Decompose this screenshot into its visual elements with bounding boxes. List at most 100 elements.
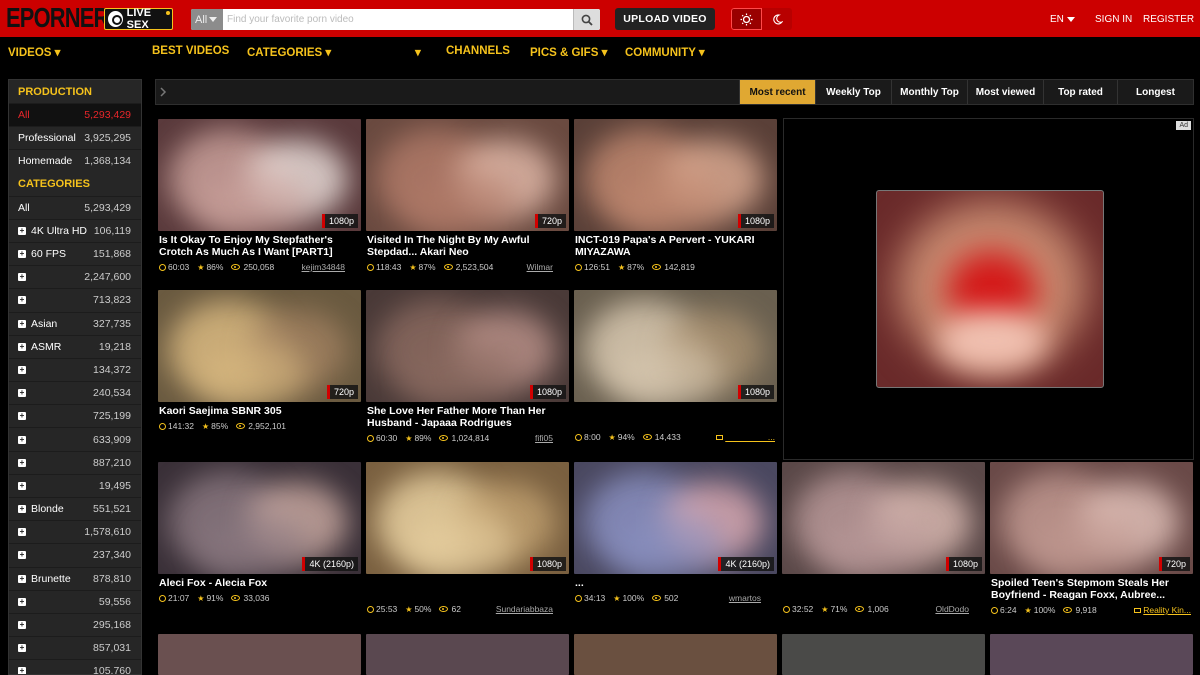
video-title[interactable]: Kaori Saejima SBNR 305	[159, 405, 359, 417]
video-thumbnail[interactable]: 1080p	[158, 119, 361, 231]
uploader-link[interactable]: _________...	[716, 432, 775, 442]
language-selector[interactable]: EN	[1050, 14, 1075, 25]
category-item-all[interactable]: All 5,293,429	[9, 195, 141, 219]
category-item[interactable]: +59,556	[9, 589, 141, 613]
tab-monthly-top[interactable]: Monthly Top	[891, 80, 967, 104]
search-input[interactable]	[223, 9, 573, 30]
category-item[interactable]: + Asian 327,735	[9, 311, 141, 335]
video-thumbnail[interactable]	[366, 634, 569, 675]
video-thumbnail[interactable]	[158, 634, 361, 675]
uploader-link[interactable]: wmartos	[729, 593, 761, 603]
video-card[interactable]: 4K (2160p)... 34:13 ★ 100% 502 wmartos	[574, 462, 777, 626]
video-thumbnail[interactable]: 1080p	[366, 462, 569, 574]
video-card[interactable]: 1080p INCT-019 Papa's A Pervert - YUKARI …	[574, 119, 777, 283]
expand-plus-icon[interactable]: +	[18, 574, 26, 583]
tab-longest[interactable]: Longest	[1117, 80, 1193, 104]
video-title[interactable]: Spoiled Teen's Stepmom Steals Her Boyfri…	[991, 577, 1191, 601]
expand-plus-icon[interactable]: +	[18, 458, 26, 467]
video-card[interactable]: 1080p Is It Okay To Enjoy My Stepfather's…	[158, 119, 361, 283]
video-thumbnail[interactable]	[782, 634, 985, 675]
video-card[interactable]: 720p Visited In The Night By My Awful Ste…	[366, 119, 569, 283]
expand-plus-icon[interactable]: +	[18, 481, 26, 490]
nav-community[interactable]: COMMUNITY ▾	[625, 45, 705, 59]
category-item[interactable]: +857,031	[9, 636, 141, 659]
category-item[interactable]: +60 FPS 151,868	[9, 241, 141, 265]
video-thumbnail[interactable]: 720p	[158, 290, 361, 402]
production-item-professional[interactable]: Professional 3,925,295	[9, 126, 141, 149]
category-item[interactable]: +713,823	[9, 288, 141, 311]
nav-videos[interactable]: VIDEOS ▾	[8, 45, 60, 59]
uploader-link[interactable]: fifi05	[535, 433, 553, 443]
video-card[interactable]: 4K (2160p) Aleci Fox - Alecia Fox 21:07 ★ 91…	[158, 462, 361, 626]
category-item[interactable]: +725,199	[9, 404, 141, 427]
dark-theme-button[interactable]	[762, 8, 792, 30]
category-item[interactable]: + Blonde 551,521	[9, 497, 141, 520]
advertisement[interactable]: Ad	[783, 118, 1194, 460]
uploader-link[interactable]: Wilmar	[527, 262, 553, 272]
expand-plus-icon[interactable]: +	[18, 226, 26, 235]
expand-plus-icon[interactable]: +	[18, 505, 26, 514]
category-item[interactable]: +240,534	[9, 381, 141, 404]
tab-most-recent[interactable]: Most recent	[739, 80, 815, 104]
sign-in-link[interactable]: SIGN IN	[1095, 14, 1132, 25]
register-link[interactable]: REGISTER	[1143, 14, 1194, 25]
video-thumbnail[interactable]: 720p	[990, 462, 1193, 574]
expand-plus-icon[interactable]: +	[18, 250, 26, 259]
category-item[interactable]: +237,340	[9, 543, 141, 566]
expand-plus-icon[interactable]: +	[18, 273, 26, 282]
expand-plus-icon[interactable]: +	[18, 389, 26, 398]
nav-channels[interactable]: CHANNELS	[446, 45, 510, 57]
uploader-link[interactable]: OldDodo	[935, 604, 969, 614]
uploader-link[interactable]: Reality Kin...	[1134, 605, 1191, 615]
video-title[interactable]: ...	[575, 577, 775, 589]
category-item[interactable]: +1,578,610	[9, 520, 141, 543]
search-category-select[interactable]: All	[191, 9, 223, 30]
category-item[interactable]: +134,372	[9, 357, 141, 381]
video-card[interactable]: 720p Kaori Saejima SBNR 305 141:32 ★ 85% 2,95…	[158, 290, 361, 454]
expand-plus-icon[interactable]: +	[18, 319, 26, 328]
video-thumbnail[interactable]: 4K (2160p)	[574, 462, 777, 574]
video-title[interactable]: Is It Okay To Enjoy My Stepfather's Crot…	[159, 234, 359, 258]
expand-plus-icon[interactable]: +	[18, 621, 26, 630]
ad-image[interactable]	[876, 190, 1104, 388]
video-card[interactable]: 720p Spoiled Teen's Stepmom Steals Her Bo…	[990, 462, 1193, 626]
video-thumbnail[interactable]	[574, 634, 777, 675]
video-card[interactable]: 1080p 25:53 ★ 50% 62 Sundariabbaza	[366, 462, 569, 626]
video-thumbnail[interactable]: 4K (2160p)	[158, 462, 361, 574]
nav-best-videos[interactable]: BEST VIDEOS	[152, 45, 229, 57]
category-item[interactable]: + ASMR 19,218	[9, 334, 141, 358]
category-item[interactable]: +633,909	[9, 427, 141, 450]
video-title[interactable]: She Love Her Father More Than Her Husban…	[367, 405, 567, 429]
video-thumbnail[interactable]: 1080p	[574, 119, 777, 231]
expand-plus-icon[interactable]: +	[18, 644, 26, 653]
video-card[interactable]: 1080p She Love Her Father More Than Her H…	[366, 290, 569, 454]
expand-plus-icon[interactable]: +	[18, 597, 26, 606]
category-item[interactable]: + Brunette 878,810	[9, 566, 141, 590]
tab-top-rated[interactable]: Top rated	[1043, 80, 1117, 104]
expand-plus-icon[interactable]: +	[18, 435, 26, 444]
uploader-link[interactable]: Sundariabbaza	[496, 604, 553, 614]
uploader-link[interactable]: kejim34848	[302, 262, 345, 272]
category-item[interactable]: +4K Ultra HD 106,119	[9, 218, 141, 242]
production-item-homemade[interactable]: Homemade 1,368,134	[9, 149, 141, 172]
expand-plus-icon[interactable]: +	[18, 667, 26, 674]
upload-video-button[interactable]: UPLOAD VIDEO	[615, 8, 715, 30]
nav-categories[interactable]: CATEGORIES ▾	[247, 45, 331, 59]
video-thumbnail[interactable]: 1080p	[782, 462, 985, 574]
category-item[interactable]: +887,210	[9, 450, 141, 474]
video-card[interactable]: 1080p 32:52 ★ 71% 1,006 OldDodo	[782, 462, 985, 626]
expand-plus-icon[interactable]: +	[18, 296, 26, 305]
video-title[interactable]: Aleci Fox - Alecia Fox	[159, 577, 359, 589]
expand-plus-icon[interactable]: +	[18, 342, 26, 351]
video-thumbnail[interactable]: 1080p	[366, 290, 569, 402]
site-logo[interactable]: EPORNER	[6, 3, 109, 33]
video-thumbnail[interactable]: 720p	[366, 119, 569, 231]
expand-plus-icon[interactable]: +	[18, 412, 26, 421]
search-button[interactable]	[573, 9, 600, 30]
nav-pics-gifs[interactable]: PICS & GIFS ▾	[530, 45, 607, 59]
category-item[interactable]: +295,168	[9, 612, 141, 636]
nav-more-dropdown[interactable]: ▾	[415, 45, 421, 59]
production-item-all[interactable]: All 5,293,429	[9, 103, 141, 127]
video-card[interactable]: 1080p 8:00 ★ 94% 14,433 _________...	[574, 290, 777, 454]
chevron-right-icon[interactable]	[160, 87, 167, 97]
